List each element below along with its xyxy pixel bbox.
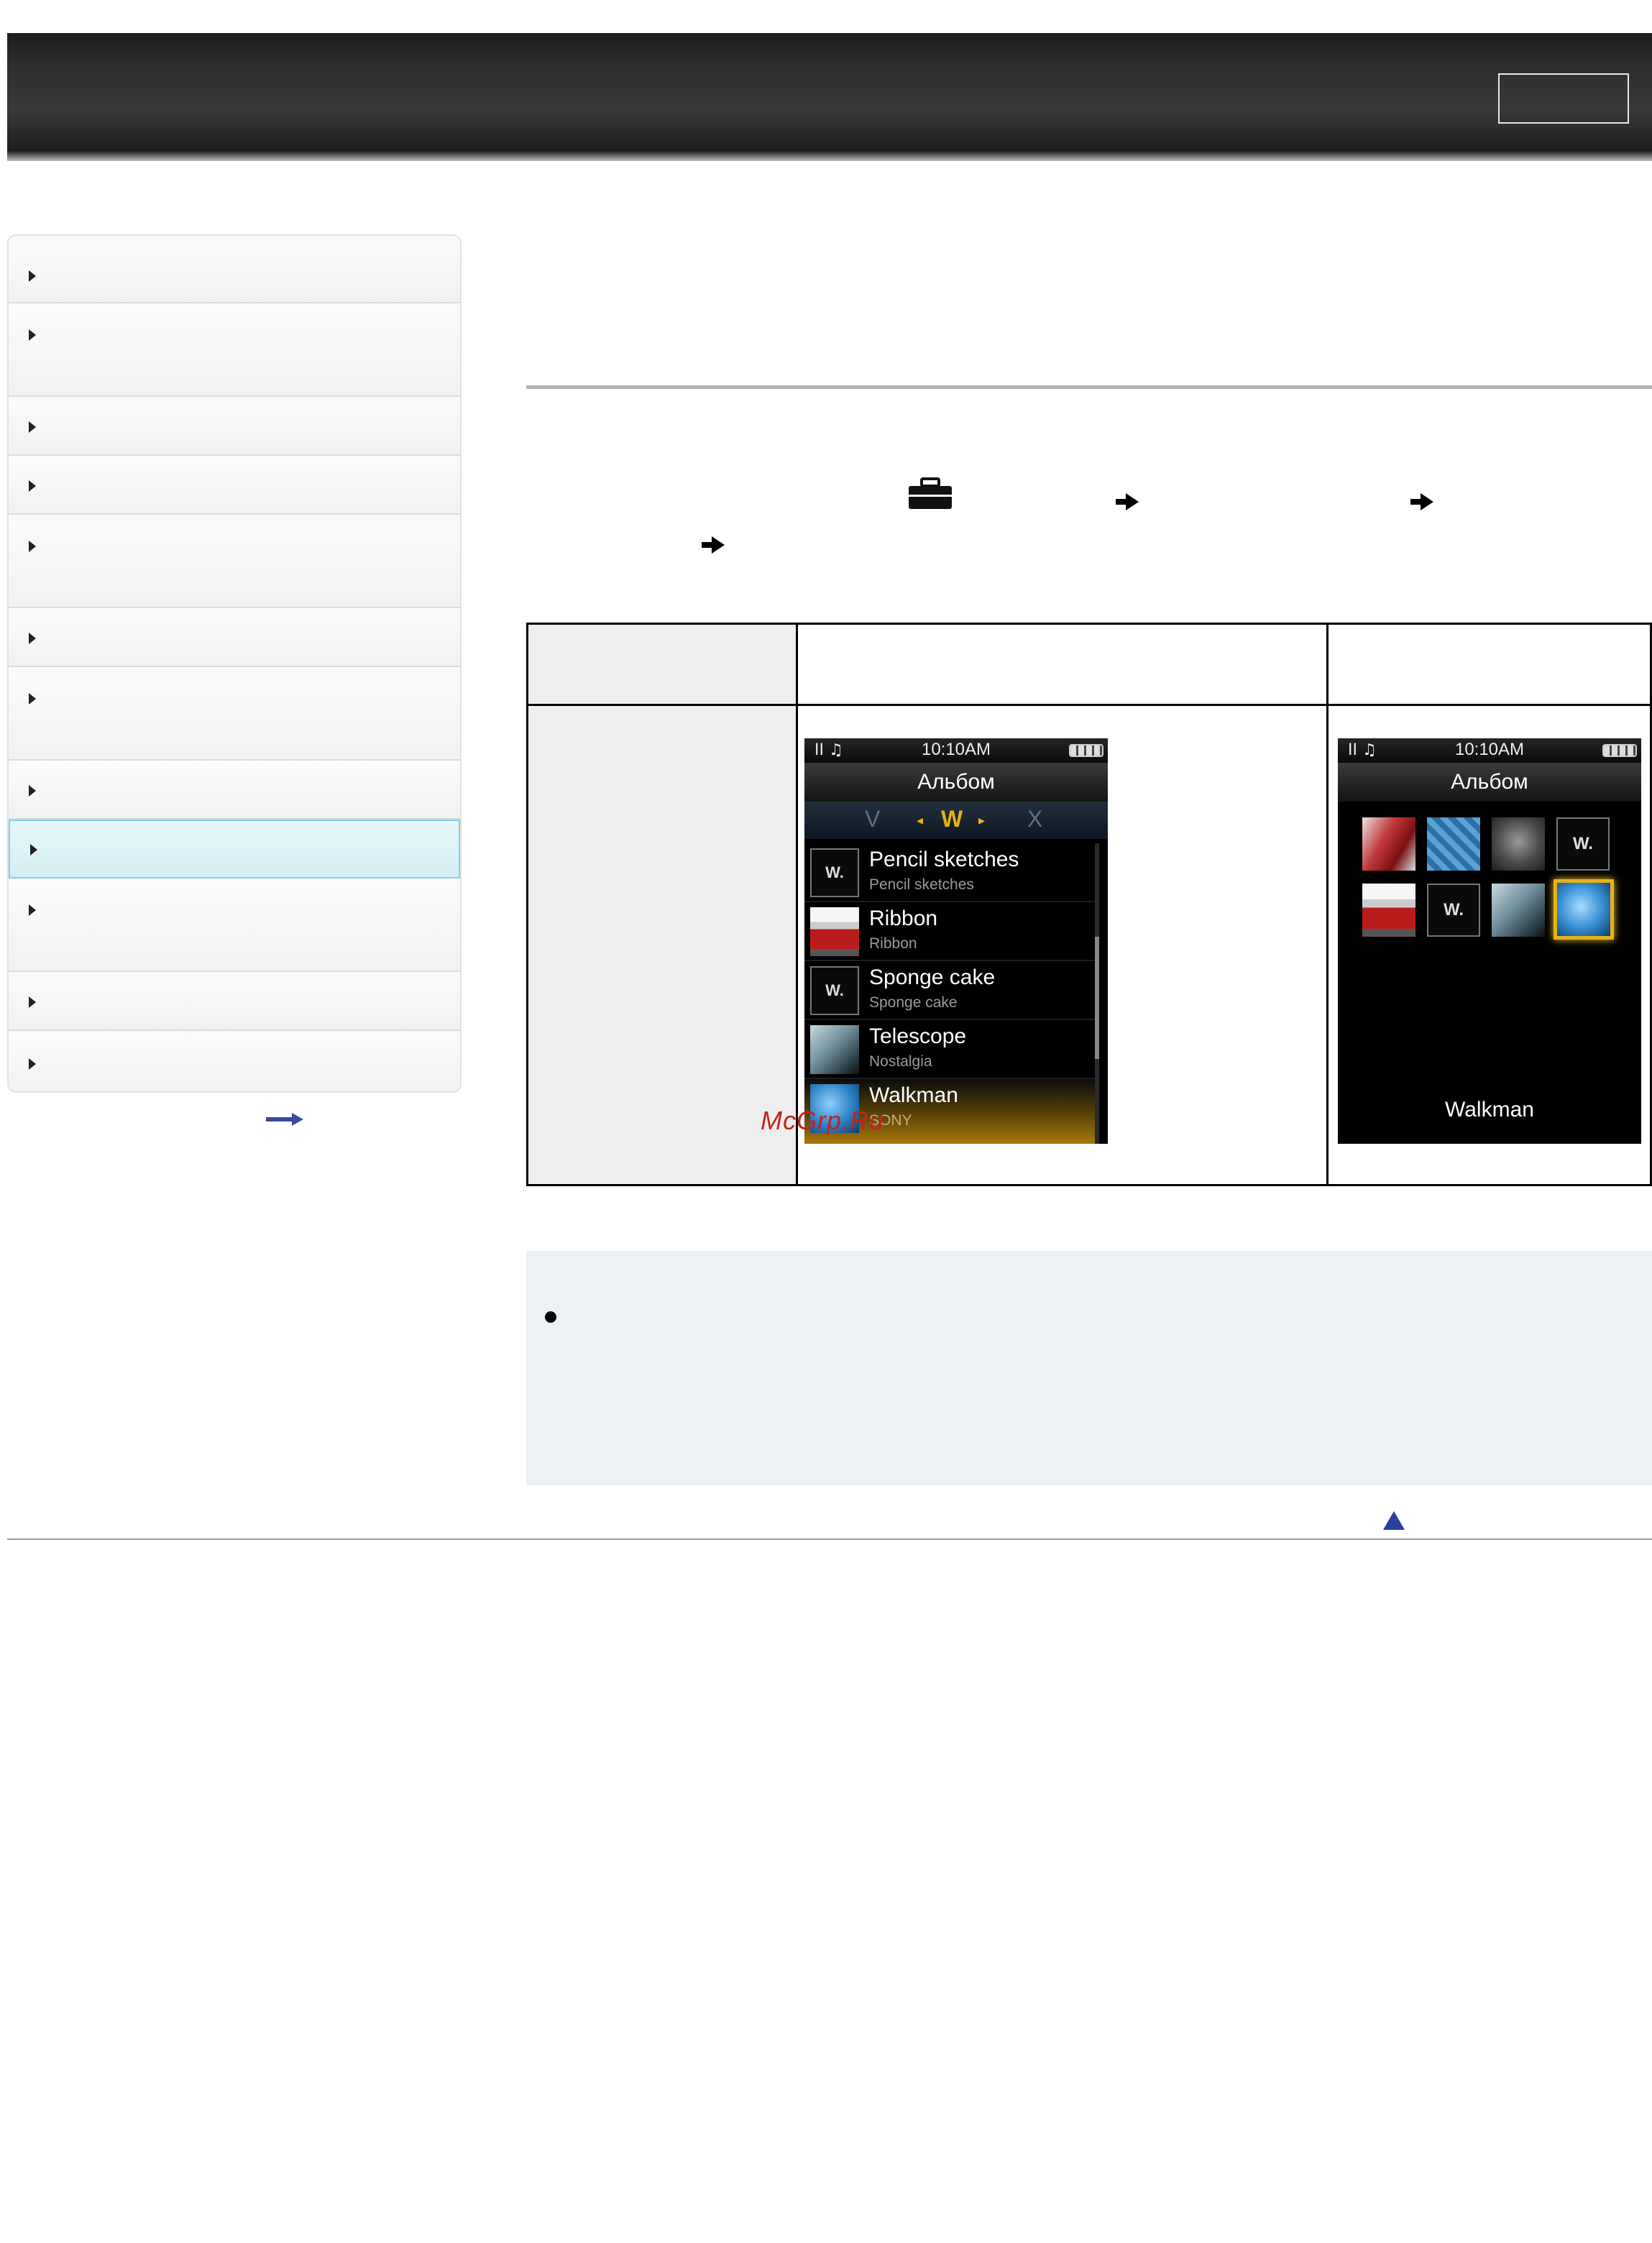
sidebar-item[interactable] — [9, 608, 460, 667]
list-item-title: Sponge cake — [869, 965, 996, 989]
alpha-current: W — [941, 806, 963, 832]
header-button[interactable] — [1498, 73, 1629, 124]
chevron-right-icon — [29, 633, 36, 644]
list-item[interactable]: W. Pencil sketches Pencil sketches — [804, 843, 1098, 902]
list-item-subtitle: Pencil sketches — [869, 876, 974, 893]
walkman-logo-icon: W. — [810, 966, 859, 1015]
walkman-logo-icon: W. — [810, 848, 859, 897]
list-item-title: Pencil sketches — [869, 848, 1019, 871]
list-item[interactable]: Telescope Nostalgia — [804, 1020, 1098, 1079]
sidebar-item[interactable] — [9, 456, 460, 515]
chevron-right-icon — [29, 996, 36, 1008]
footer-divider — [7, 1538, 1652, 1540]
list-item-title: Walkman — [869, 1083, 958, 1107]
scrollbar-thumb[interactable] — [1095, 937, 1099, 1059]
album-art-thumbnail[interactable] — [1362, 817, 1415, 871]
walkman-logo-icon[interactable]: W. — [1556, 817, 1610, 871]
status-bar: II ♫ 10:10AM — [804, 738, 1108, 763]
page-header — [7, 33, 1652, 161]
toolbox-icon — [909, 477, 952, 509]
chevron-right-icon — [29, 785, 36, 797]
chevron-right-icon — [29, 480, 36, 492]
screen-title: Альбом — [1338, 763, 1641, 802]
sidebar-item[interactable] — [9, 515, 460, 608]
walkman-logo-icon[interactable]: W. — [1427, 884, 1480, 937]
bullet-icon — [545, 1311, 556, 1323]
battery-icon — [1602, 744, 1637, 757]
more-arrow-icon[interactable] — [266, 1113, 303, 1126]
status-time: 10:10AM — [921, 740, 991, 759]
title-divider — [526, 385, 1652, 389]
chevron-right-icon — [29, 693, 36, 705]
album-art-thumbnail — [810, 907, 859, 956]
sidebar-item[interactable] — [9, 667, 460, 761]
alpha-prev[interactable]: V — [865, 806, 880, 832]
sidebar-item[interactable] — [9, 972, 460, 1031]
alpha-next[interactable]: X — [1027, 806, 1042, 832]
sidebar-item[interactable] — [9, 397, 460, 456]
list-item[interactable]: W. Sponge cake Sponge cake — [804, 961, 1098, 1020]
arrow-right-icon — [1116, 493, 1139, 510]
album-art-thumbnail[interactable] — [1362, 884, 1415, 937]
sidebar-item[interactable] — [9, 303, 460, 397]
chevron-right-icon — [29, 904, 36, 916]
status-bar: II ♫ 10:10AM — [1338, 738, 1641, 763]
album-art-thumbnail[interactable] — [1492, 817, 1545, 871]
album-art-thumbnail — [810, 1025, 859, 1074]
chevron-right-icon — [29, 329, 36, 341]
list-item-subtitle: Sponge cake — [869, 994, 958, 1011]
chevron-right-icon — [29, 541, 36, 552]
alpha-left-icon[interactable]: ◂ — [917, 813, 923, 828]
alphabet-bar[interactable]: V ◂ W ▸ X — [804, 802, 1108, 839]
device-screen-list: II ♫ 10:10AM Альбом V ◂ W ▸ X W. Pencil … — [804, 738, 1108, 1144]
comparison-table: II ♫ 10:10AM Альбом V ◂ W ▸ X W. Pencil … — [526, 623, 1652, 1186]
watermark: McGrp.Ru — [761, 1106, 885, 1135]
battery-icon — [1069, 744, 1103, 757]
list-item-subtitle: Ribbon — [869, 935, 917, 952]
chevron-right-icon — [29, 270, 36, 282]
device-screen-grid: II ♫ 10:10AM Альбом W. W. Walkman — [1338, 738, 1641, 1144]
status-time: 10:10AM — [1454, 740, 1525, 759]
sidebar-nav — [7, 234, 462, 1093]
row-header-column — [528, 625, 796, 1184]
list-item[interactable]: Ribbon Ribbon — [804, 902, 1098, 961]
sidebar-item[interactable] — [9, 1031, 460, 1091]
screen-title: Альбом — [804, 763, 1108, 802]
table-divider — [796, 625, 798, 1184]
album-art-thumbnail-selected[interactable] — [1554, 879, 1614, 940]
table-divider — [528, 704, 1650, 706]
album-art-thumbnail[interactable] — [1427, 817, 1480, 871]
table-divider — [1326, 625, 1329, 1184]
sidebar-item[interactable] — [9, 879, 460, 972]
sidebar-item[interactable] — [9, 761, 460, 820]
arrow-right-icon — [702, 536, 725, 554]
arrow-right-icon — [1410, 493, 1433, 510]
chevron-right-icon — [29, 421, 36, 433]
list-item-title: Telescope — [869, 1024, 967, 1048]
note-box — [526, 1251, 1652, 1485]
album-art-thumbnail[interactable] — [1492, 884, 1545, 937]
list-item-subtitle: Nostalgia — [869, 1053, 932, 1070]
chevron-right-icon — [29, 1058, 36, 1070]
chevron-right-icon — [30, 844, 37, 856]
sidebar-item-active[interactable] — [9, 820, 460, 879]
back-to-top-icon[interactable] — [1383, 1511, 1405, 1530]
sidebar-item[interactable] — [9, 236, 460, 303]
alpha-right-icon[interactable]: ▸ — [978, 813, 985, 828]
list-item-title: Ribbon — [869, 907, 938, 930]
selected-album-label: Walkman — [1445, 1098, 1534, 1122]
